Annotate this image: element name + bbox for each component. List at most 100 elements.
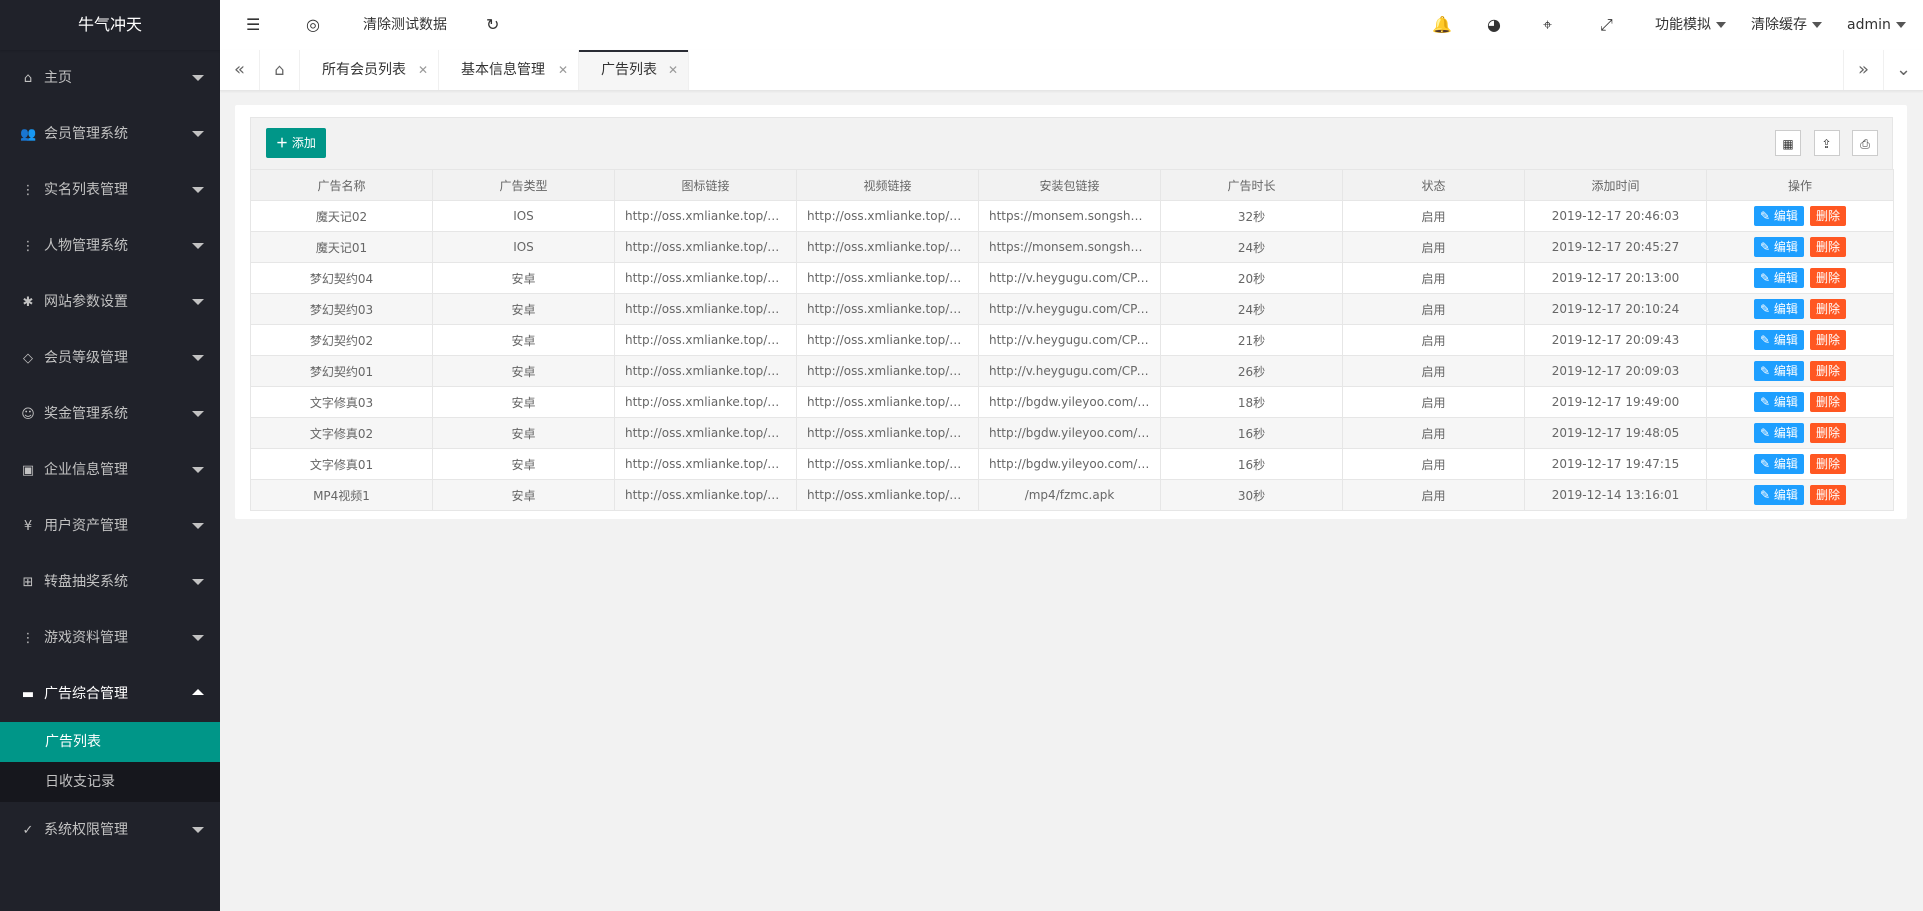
function-sim-dropdown[interactable]: 功能模拟 <box>1655 0 1726 50</box>
sidebar-item[interactable]: ☺ 奖金管理系统 <box>0 386 220 442</box>
table-cell: 安卓 <box>432 262 615 294</box>
print-icon[interactable]: ⎙ <box>1852 130 1878 156</box>
edit-label: 编辑 <box>1773 209 1798 223</box>
table-row[interactable]: 魔天记01 IOS http://oss.xmlianke.top/m... http… <box>250 231 1894 263</box>
delete-button[interactable]: 删除 <box>1809 485 1846 505</box>
table-cell: 启用 <box>1342 448 1525 480</box>
sidebar-item[interactable]: ✓ 系统权限管理 <box>0 802 220 858</box>
edit-button[interactable]: ✎ 编辑 <box>1754 206 1804 226</box>
edit-button[interactable]: ✎ 编辑 <box>1754 392 1804 412</box>
edit-button[interactable]: ✎ 编辑 <box>1754 237 1804 257</box>
sidebar-item[interactable]: ⋮ 实名列表管理 <box>0 162 220 218</box>
sidebar-item-label: 主页 <box>44 70 72 86</box>
sidebar-item[interactable]: ⋮ 人物管理系统 <box>0 218 220 274</box>
caret-down-icon <box>192 131 204 137</box>
delete-button[interactable]: 删除 <box>1809 423 1846 443</box>
table-row[interactable]: 文字修真03 安卓 http://oss.xmlianke.top/we... htt… <box>250 386 1894 418</box>
users-icon: 👥 <box>20 127 37 142</box>
table-row[interactable]: 梦幻契约04 安卓 http://oss.xmlianke.top/m... http… <box>250 262 1894 294</box>
delete-button[interactable]: 删除 <box>1809 206 1846 226</box>
caret-down-icon <box>192 579 204 585</box>
tab-basic-info[interactable]: 基本信息管理 ✕ <box>439 50 579 90</box>
table-cell: 2019-12-17 20:10:24 <box>1524 293 1707 325</box>
tabs-menu-chevron-down-icon[interactable]: ⌄ <box>1883 50 1923 90</box>
sidebar-item-label: 人物管理系统 <box>44 238 128 254</box>
table-cell: http://oss.xmlianke.top/we... <box>796 417 979 449</box>
globe-icon[interactable]: ◎ <box>306 0 320 50</box>
sidebar-item[interactable]: 👥 会员管理系统 <box>0 106 220 162</box>
column-header[interactable]: 广告类型 <box>432 169 615 201</box>
table-row[interactable]: 魔天记02 IOS http://oss.xmlianke.top/m... http… <box>250 200 1894 232</box>
table-row[interactable]: MP4视频1 安卓 http://oss.xmlianke.top/we... htt… <box>250 479 1894 511</box>
table-cell: 2019-12-17 20:09:43 <box>1524 324 1707 356</box>
edit-button[interactable]: ✎ 编辑 <box>1754 454 1804 474</box>
close-icon[interactable]: ✕ <box>668 50 678 90</box>
columns-filter-icon[interactable]: ▦ <box>1775 130 1802 156</box>
sidebar-subitem[interactable]: 日收支记录 <box>0 762 220 802</box>
table-row[interactable]: 文字修真02 安卓 http://oss.xmlianke.top/we... htt… <box>250 417 1894 449</box>
table-cell: 2019-12-17 20:46:03 <box>1524 200 1707 232</box>
fullscreen-icon[interactable]: ⤢ <box>1600 0 1613 50</box>
tabs-scroll-right-icon[interactable]: » <box>1843 50 1883 90</box>
bell-icon[interactable]: 🔔 <box>1432 0 1452 50</box>
edit-button[interactable]: ✎ 编辑 <box>1754 361 1804 381</box>
delete-button[interactable]: 删除 <box>1809 237 1846 257</box>
delete-button[interactable]: 删除 <box>1809 361 1846 381</box>
table-row[interactable]: 梦幻契约03 安卓 http://oss.xmlianke.top/m... http… <box>250 293 1894 325</box>
column-header[interactable]: 操作 <box>1706 169 1894 201</box>
sidebar-subitem[interactable]: 广告列表 <box>0 722 220 762</box>
delete-button[interactable]: 删除 <box>1809 330 1846 350</box>
delete-button[interactable]: 删除 <box>1809 454 1846 474</box>
sidebar-item-label: 会员等级管理 <box>44 350 128 366</box>
close-icon[interactable]: ✕ <box>418 50 428 90</box>
sidebar-item-label: 实名列表管理 <box>44 182 128 198</box>
edit-button[interactable]: ✎ 编辑 <box>1754 268 1804 288</box>
tab-ad-list[interactable]: 广告列表 ✕ <box>579 50 689 90</box>
edit-button[interactable]: ✎ 编辑 <box>1754 485 1804 505</box>
column-header[interactable]: 安装包链接 <box>978 169 1161 201</box>
column-header[interactable]: 视频链接 <box>796 169 979 201</box>
table-cell: http://oss.xmlianke.top/m... <box>614 262 797 294</box>
sidebar-item[interactable]: ▬ 广告综合管理 <box>0 666 220 722</box>
close-icon[interactable]: ✕ <box>558 50 568 90</box>
sidebar-item[interactable]: ◇ 会员等级管理 <box>0 330 220 386</box>
app-logo[interactable]: 牛气冲天 <box>0 0 220 50</box>
sidebar-item[interactable]: ⋮ 游戏资料管理 <box>0 610 220 666</box>
sidebar-item-label: 网站参数设置 <box>44 294 128 310</box>
edit-button[interactable]: ✎ 编辑 <box>1754 299 1804 319</box>
table-cell: http://oss.xmlianke.top/m... <box>614 293 797 325</box>
column-header[interactable]: 添加时间 <box>1524 169 1707 201</box>
sidebar-item[interactable]: ▣ 企业信息管理 <box>0 442 220 498</box>
clear-test-data-button[interactable]: 清除测试数据 <box>363 0 447 50</box>
table-row[interactable]: 文字修真01 安卓 http://oss.xmlianke.top/we... htt… <box>250 448 1894 480</box>
clear-cache-dropdown[interactable]: 清除缓存 <box>1751 0 1822 50</box>
sidebar-item[interactable]: ⌂ 主页 <box>0 50 220 106</box>
table-row[interactable]: 梦幻契约02 安卓 http://oss.xmlianke.top/m... http… <box>250 324 1894 356</box>
tab-home-icon[interactable]: ⌂ <box>260 50 300 90</box>
sidebar-item[interactable]: ✱ 网站参数设置 <box>0 274 220 330</box>
table-cell-actions: ✎ 编辑 删除 <box>1706 293 1894 325</box>
tab-label: 所有会员列表 <box>322 62 406 78</box>
user-dropdown[interactable]: admin <box>1847 0 1906 50</box>
theme-icon[interactable]: ◕ <box>1487 0 1501 50</box>
sidebar-item[interactable]: ⊞ 转盘抽奖系统 <box>0 554 220 610</box>
column-header[interactable]: 广告时长 <box>1160 169 1343 201</box>
delete-button[interactable]: 删除 <box>1809 299 1846 319</box>
add-button[interactable]: ＋ 添加 <box>266 128 326 158</box>
sidebar-item[interactable]: ¥ 用户资产管理 <box>0 498 220 554</box>
tag-icon[interactable]: ⌖ <box>1543 0 1552 50</box>
refresh-icon[interactable]: ↻ <box>486 0 499 50</box>
export-icon[interactable]: ⇪ <box>1813 130 1840 156</box>
tabs-scroll-left-icon[interactable]: « <box>220 50 260 90</box>
edit-button[interactable]: ✎ 编辑 <box>1754 330 1804 350</box>
delete-button[interactable]: 删除 <box>1809 268 1846 288</box>
delete-button[interactable]: 删除 <box>1809 392 1846 412</box>
column-header[interactable]: 状态 <box>1342 169 1525 201</box>
edit-button[interactable]: ✎ 编辑 <box>1754 423 1804 443</box>
column-header[interactable]: 图标链接 <box>614 169 797 201</box>
column-header[interactable]: 广告名称 <box>250 169 433 201</box>
tab-member-list[interactable]: 所有会员列表 ✕ <box>300 50 439 90</box>
caret-down-icon <box>192 355 204 361</box>
menu-toggle-icon[interactable]: ☰ <box>246 0 260 50</box>
table-row[interactable]: 梦幻契约01 安卓 http://oss.xmlianke.top/m... http… <box>250 355 1894 387</box>
